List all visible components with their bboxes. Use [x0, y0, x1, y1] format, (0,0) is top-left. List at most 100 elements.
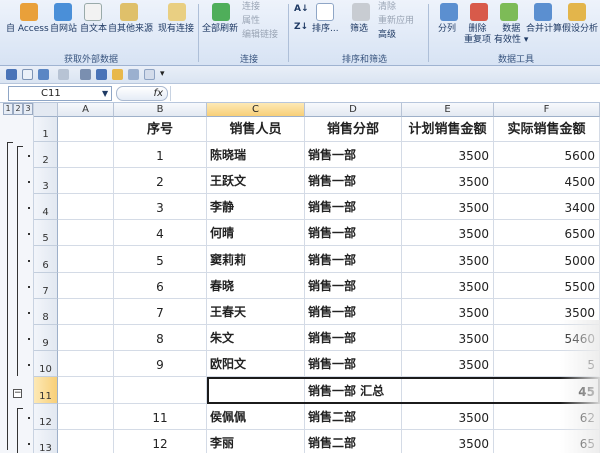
- save-icon[interactable]: [6, 69, 17, 80]
- from-other-button[interactable]: 自其他来源: [108, 24, 153, 35]
- table-cell[interactable]: 销售一部: [305, 299, 402, 325]
- table-icon[interactable]: [128, 69, 139, 80]
- table-cell[interactable]: 3500: [402, 299, 494, 325]
- table-cell[interactable]: 销售一部: [305, 351, 402, 377]
- row-header[interactable]: 11: [34, 377, 58, 404]
- table-cell[interactable]: 窦莉莉: [207, 246, 305, 273]
- table-cell[interactable]: 3500: [402, 194, 494, 220]
- table-cell[interactable]: 王春天: [207, 299, 305, 325]
- column-header-d[interactable]: D: [305, 103, 402, 117]
- consolidate-button[interactable]: 合并计算: [526, 24, 562, 35]
- advanced-button[interactable]: 高级: [378, 30, 396, 41]
- table-cell[interactable]: [114, 377, 207, 404]
- table-cell[interactable]: 3500: [402, 273, 494, 299]
- what-if-button[interactable]: 假设分析: [562, 24, 598, 35]
- table-cell[interactable]: 6: [114, 273, 207, 299]
- new-icon[interactable]: [22, 69, 33, 80]
- table-cell[interactable]: 3400: [494, 194, 600, 220]
- table-cell[interactable]: 3500: [402, 404, 494, 430]
- row-header[interactable]: 7: [34, 273, 58, 299]
- row-header[interactable]: 12: [34, 404, 58, 430]
- existing-connections-button[interactable]: 现有连接: [158, 24, 194, 35]
- table-cell[interactable]: 12: [114, 430, 207, 453]
- outline-level-3[interactable]: 3: [23, 103, 33, 115]
- table-cell[interactable]: 1: [114, 142, 207, 168]
- column-header-e[interactable]: E: [402, 103, 494, 117]
- print-icon[interactable]: [96, 69, 107, 80]
- formula-input[interactable]: [170, 86, 598, 101]
- connections-button[interactable]: 连接: [242, 2, 260, 13]
- table-cell[interactable]: [58, 430, 114, 453]
- redo-icon[interactable]: [58, 69, 69, 80]
- table-cell[interactable]: 5: [114, 246, 207, 273]
- table-cell[interactable]: 3500: [402, 430, 494, 453]
- table-cell[interactable]: 4500: [494, 168, 600, 194]
- table-cell[interactable]: [58, 299, 114, 325]
- sort-quick-icon[interactable]: [80, 69, 91, 80]
- table-cell[interactable]: 6500: [494, 220, 600, 246]
- column-header-c[interactable]: C: [207, 103, 305, 117]
- outline-level-1[interactable]: 1: [3, 103, 13, 115]
- column-header-a[interactable]: A: [58, 103, 114, 117]
- select-all-corner[interactable]: [34, 103, 58, 117]
- table-cell[interactable]: 3500: [402, 325, 494, 351]
- table-cell[interactable]: [402, 377, 494, 404]
- table-cell[interactable]: 5500: [494, 273, 600, 299]
- table-cell[interactable]: 9: [114, 351, 207, 377]
- header-cell[interactable]: 计划销售金额: [402, 117, 494, 142]
- table-cell[interactable]: 3500: [402, 220, 494, 246]
- table-cell[interactable]: 3500: [402, 142, 494, 168]
- row-header[interactable]: 2: [34, 142, 58, 168]
- column-header-b[interactable]: B: [114, 103, 207, 117]
- table-cell[interactable]: 销售二部: [305, 430, 402, 453]
- table-cell[interactable]: 侯佩佩: [207, 404, 305, 430]
- table-cell[interactable]: [58, 273, 114, 299]
- table-cell[interactable]: 销售一部: [305, 273, 402, 299]
- row-header[interactable]: 9: [34, 325, 58, 351]
- filter-button[interactable]: 筛选: [350, 24, 368, 35]
- name-box-dropdown-icon[interactable]: ▼: [102, 88, 108, 99]
- column-header-f[interactable]: F: [494, 103, 600, 117]
- table-cell[interactable]: 李丽: [207, 430, 305, 453]
- row-header[interactable]: 10: [34, 351, 58, 377]
- chart-icon[interactable]: [112, 69, 123, 80]
- table-cell[interactable]: 销售一部 汇总: [305, 377, 402, 404]
- table-cell[interactable]: [58, 220, 114, 246]
- table-cell[interactable]: 王跃文: [207, 168, 305, 194]
- header-cell[interactable]: [58, 117, 114, 142]
- outline-level-2[interactable]: 2: [13, 103, 23, 115]
- table-cell[interactable]: 陈晓瑞: [207, 142, 305, 168]
- sort-az-icon[interactable]: A↓: [294, 4, 309, 15]
- header-cell[interactable]: 销售人员: [207, 117, 305, 142]
- table-cell[interactable]: 11: [114, 404, 207, 430]
- table-cell[interactable]: 3500: [402, 168, 494, 194]
- table-cell[interactable]: [58, 351, 114, 377]
- table-cell[interactable]: 3500: [402, 351, 494, 377]
- table-cell[interactable]: 2: [114, 168, 207, 194]
- sort-button[interactable]: 排序...: [312, 24, 339, 35]
- table-cell[interactable]: 7: [114, 299, 207, 325]
- table-cell[interactable]: 销售一部: [305, 168, 402, 194]
- undo-icon[interactable]: [38, 69, 49, 80]
- outline-collapse-button[interactable]: −: [13, 389, 22, 398]
- text-to-columns-button[interactable]: 分列: [438, 24, 456, 35]
- clear-button[interactable]: 清除: [378, 2, 396, 13]
- from-text-button[interactable]: 自文本: [80, 24, 107, 35]
- reapply-button[interactable]: 重新应用: [378, 16, 414, 27]
- table-cell[interactable]: 销售一部: [305, 246, 402, 273]
- grid-icon[interactable]: [144, 69, 155, 80]
- refresh-all-button[interactable]: 全部刷新: [202, 24, 238, 35]
- insert-function-button[interactable]: fx: [116, 86, 168, 101]
- table-cell[interactable]: 销售一部: [305, 220, 402, 246]
- table-cell[interactable]: 销售一部: [305, 142, 402, 168]
- from-access-button[interactable]: 自 Access: [6, 24, 49, 35]
- table-cell[interactable]: 何晴: [207, 220, 305, 246]
- row-header[interactable]: 4: [34, 194, 58, 220]
- table-cell[interactable]: 销售一部: [305, 194, 402, 220]
- from-web-button[interactable]: 自网站: [50, 24, 77, 35]
- header-cell[interactable]: 销售分部: [305, 117, 402, 142]
- table-cell[interactable]: 朱文: [207, 325, 305, 351]
- table-cell[interactable]: 3500: [402, 246, 494, 273]
- table-cell[interactable]: 李静: [207, 194, 305, 220]
- table-cell[interactable]: 销售一部: [305, 325, 402, 351]
